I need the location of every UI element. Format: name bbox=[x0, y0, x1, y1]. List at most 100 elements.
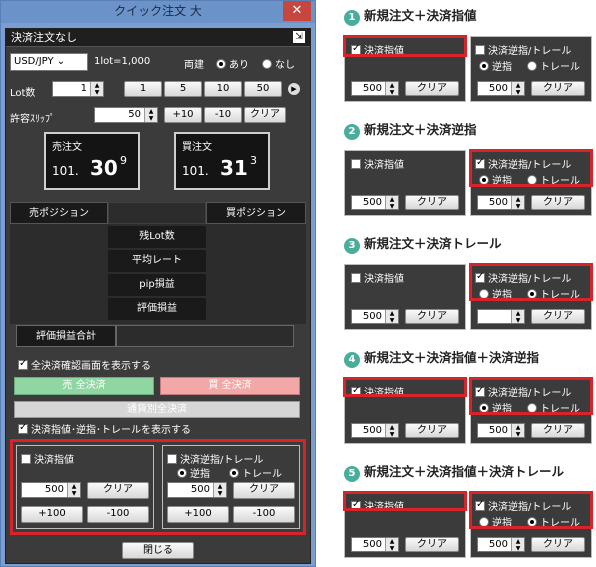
slip-input[interactable]: 50 ▲ ▼ bbox=[94, 107, 158, 123]
step-stop-input[interactable]: ▲ ▼ bbox=[477, 309, 525, 324]
step-number: 5 bbox=[344, 466, 360, 482]
step-stop-highlight bbox=[469, 491, 593, 529]
checkbox-empty-icon bbox=[21, 454, 31, 464]
step-limit-clear-button[interactable]: クリア bbox=[405, 309, 459, 324]
spinner-icon[interactable]: ▲ ▼ bbox=[511, 82, 524, 96]
step-stop-panel: 決済逆指/トレール 逆指 トレール 500▲▼ クリア bbox=[470, 36, 592, 102]
step-stop-clear-button[interactable]: クリア bbox=[531, 423, 585, 438]
step-title-text: 新規注文＋決済トレール bbox=[364, 236, 502, 251]
step-stop-clear-button[interactable]: クリア bbox=[531, 81, 585, 96]
step-stop-input[interactable]: 500 ▲ ▼ bbox=[477, 81, 525, 96]
buy-all-settle-button[interactable]: 買 全決済 bbox=[160, 377, 300, 395]
limit-panel: 決済指値 500 ▲ ▼ クリア +100 -100 bbox=[16, 445, 154, 529]
spinner-icon[interactable]: ▲ ▼ bbox=[90, 82, 103, 96]
both-no-radio[interactable]: なし bbox=[262, 56, 295, 71]
radio-on-icon bbox=[479, 61, 489, 71]
step-limit-clear-button[interactable]: クリア bbox=[405, 81, 459, 96]
spinner-icon[interactable]: ▲ ▼ bbox=[511, 196, 524, 210]
step-limit-input[interactable]: 500 ▲ ▼ bbox=[351, 309, 399, 324]
pin-icon[interactable]: ⇲ bbox=[293, 31, 305, 43]
show-settle-checkbox[interactable]: 決済指値･逆指･トレールを表示する bbox=[18, 421, 191, 436]
stop-radio[interactable]: 逆指 bbox=[177, 465, 210, 480]
step-title-text: 新規注文＋決済逆指 bbox=[364, 122, 477, 137]
lot-10-button[interactable]: 10 bbox=[204, 81, 242, 97]
spinner-icon[interactable]: ▲ ▼ bbox=[144, 108, 157, 122]
step-stop-clear-button[interactable]: クリア bbox=[531, 195, 585, 210]
row-average-rate: 平均レート bbox=[108, 250, 206, 272]
settle-panels-highlight: 決済指値 500 ▲ ▼ クリア +100 -100 決済逆指/トレール 逆指 トレ… bbox=[10, 439, 306, 535]
lot-input[interactable]: 1 ▲ ▼ bbox=[52, 81, 104, 97]
slip-minus-button[interactable]: -10 bbox=[204, 107, 242, 123]
slip-value: 50 bbox=[128, 109, 141, 120]
limit-clear-button[interactable]: クリア bbox=[87, 482, 149, 499]
step-stop-value: 500 bbox=[488, 197, 508, 208]
step-stop-input[interactable]: 500 ▲ ▼ bbox=[477, 423, 525, 438]
spinner-icon[interactable]: ▲ ▼ bbox=[67, 483, 80, 497]
position-grid: 売ポジション 買ポジション 残Lot数 平均レート pip損益 評価損益 bbox=[10, 202, 306, 324]
currency-settle-button[interactable]: 通貨別全決済 bbox=[14, 401, 300, 418]
step-stop-input[interactable]: 500 ▲ ▼ bbox=[477, 195, 525, 210]
slip-plus-button[interactable]: +10 bbox=[164, 107, 202, 123]
both-yes-radio[interactable]: あり bbox=[216, 56, 249, 71]
sell-price-sup: 9 bbox=[120, 154, 127, 167]
spinner-icon[interactable]: ▲ ▼ bbox=[213, 483, 226, 497]
slip-clear-button[interactable]: クリア bbox=[244, 107, 286, 123]
trail-radio-label: トレール bbox=[242, 469, 282, 480]
spinner-icon[interactable]: ▲ ▼ bbox=[511, 538, 524, 552]
stop-minus-button[interactable]: -100 bbox=[233, 506, 295, 523]
stop-clear-button[interactable]: クリア bbox=[233, 482, 295, 499]
spinner-icon[interactable]: ▲ ▼ bbox=[385, 538, 398, 552]
step-limit-checkbox[interactable]: 決済指値 bbox=[351, 156, 404, 171]
status-bar: 決済注文なし ⇲ bbox=[6, 29, 310, 47]
step-limit-input[interactable]: 500 ▲ ▼ bbox=[351, 195, 399, 210]
step-limit-checkbox[interactable]: 決済指値 bbox=[351, 270, 404, 285]
step-stop-input[interactable]: 500 ▲ ▼ bbox=[477, 537, 525, 552]
sell-all-settle-button[interactable]: 売 全決済 bbox=[14, 377, 154, 395]
step-title: 5 新規注文＋決済指値＋決済トレール bbox=[344, 464, 564, 482]
step-stop-radio[interactable]: 逆指 bbox=[479, 58, 512, 73]
spinner-icon[interactable]: ▲ ▼ bbox=[511, 424, 524, 438]
step-stop-checkbox[interactable]: 決済逆指/トレール bbox=[475, 42, 571, 57]
spinner-icon[interactable]: ▲ ▼ bbox=[511, 310, 524, 324]
limit-label: 決済指値 bbox=[34, 455, 74, 466]
limit-checkbox[interactable]: 決済指値 bbox=[21, 451, 74, 466]
step-stop-clear-button[interactable]: クリア bbox=[531, 537, 585, 552]
lot-5-button[interactable]: 5 bbox=[164, 81, 202, 97]
sell-order-button[interactable]: 売注文 101. 30 9 bbox=[44, 132, 140, 190]
currency-select[interactable]: USD/JPY ⌄ bbox=[10, 53, 88, 71]
radio-off-icon bbox=[527, 61, 537, 71]
stop-checkbox[interactable]: 決済逆指/トレール bbox=[167, 451, 263, 466]
close-button[interactable]: 閉じる bbox=[122, 542, 194, 559]
close-icon[interactable]: ✕ bbox=[283, 1, 311, 21]
step-limit-clear-button[interactable]: クリア bbox=[405, 537, 459, 552]
step-trail-radio[interactable]: トレール bbox=[527, 58, 580, 73]
step-title: 3 新規注文＋決済トレール bbox=[344, 236, 502, 254]
confirm-checkbox[interactable]: 全決済確認画面を表示する bbox=[18, 357, 151, 372]
stop-input[interactable]: 500 ▲ ▼ bbox=[167, 482, 227, 498]
spinner-icon[interactable]: ▲ ▼ bbox=[385, 424, 398, 438]
lot-50-button[interactable]: 50 bbox=[244, 81, 282, 97]
limit-input[interactable]: 500 ▲ ▼ bbox=[21, 482, 81, 498]
limit-plus-button[interactable]: +100 bbox=[21, 506, 83, 523]
buy-order-button[interactable]: 買注文 101. 31 3 bbox=[174, 132, 270, 190]
stop-plus-button[interactable]: +100 bbox=[167, 506, 229, 523]
step-limit-clear-button[interactable]: クリア bbox=[405, 423, 459, 438]
spinner-icon[interactable]: ▲ ▼ bbox=[385, 82, 398, 96]
step-limit-input[interactable]: 500 ▲ ▼ bbox=[351, 81, 399, 96]
step-stop-clear-button[interactable]: クリア bbox=[531, 309, 585, 324]
step-limit-value: 500 bbox=[362, 311, 382, 322]
step-limit-value: 500 bbox=[362, 539, 382, 550]
limit-minus-button[interactable]: -100 bbox=[87, 506, 149, 523]
quick-order-window: クイック注文 大 ✕ 決済注文なし ⇲ USD/JPY ⌄ 1lot=1,000… bbox=[0, 0, 316, 567]
lot-1-button[interactable]: 1 bbox=[124, 81, 162, 97]
step-limit-input[interactable]: 500 ▲ ▼ bbox=[351, 423, 399, 438]
step-limit-input[interactable]: 500 ▲ ▼ bbox=[351, 537, 399, 552]
buy-position-header: 買ポジション bbox=[206, 202, 306, 224]
next-arrow-icon[interactable]: ▶ bbox=[288, 83, 300, 95]
checkbox-empty-icon bbox=[167, 454, 177, 464]
spinner-icon[interactable]: ▲ ▼ bbox=[385, 196, 398, 210]
spinner-icon[interactable]: ▲ ▼ bbox=[385, 310, 398, 324]
step-limit-clear-button[interactable]: クリア bbox=[405, 195, 459, 210]
trail-radio[interactable]: トレール bbox=[229, 465, 282, 480]
total-pnl-value bbox=[116, 325, 294, 347]
